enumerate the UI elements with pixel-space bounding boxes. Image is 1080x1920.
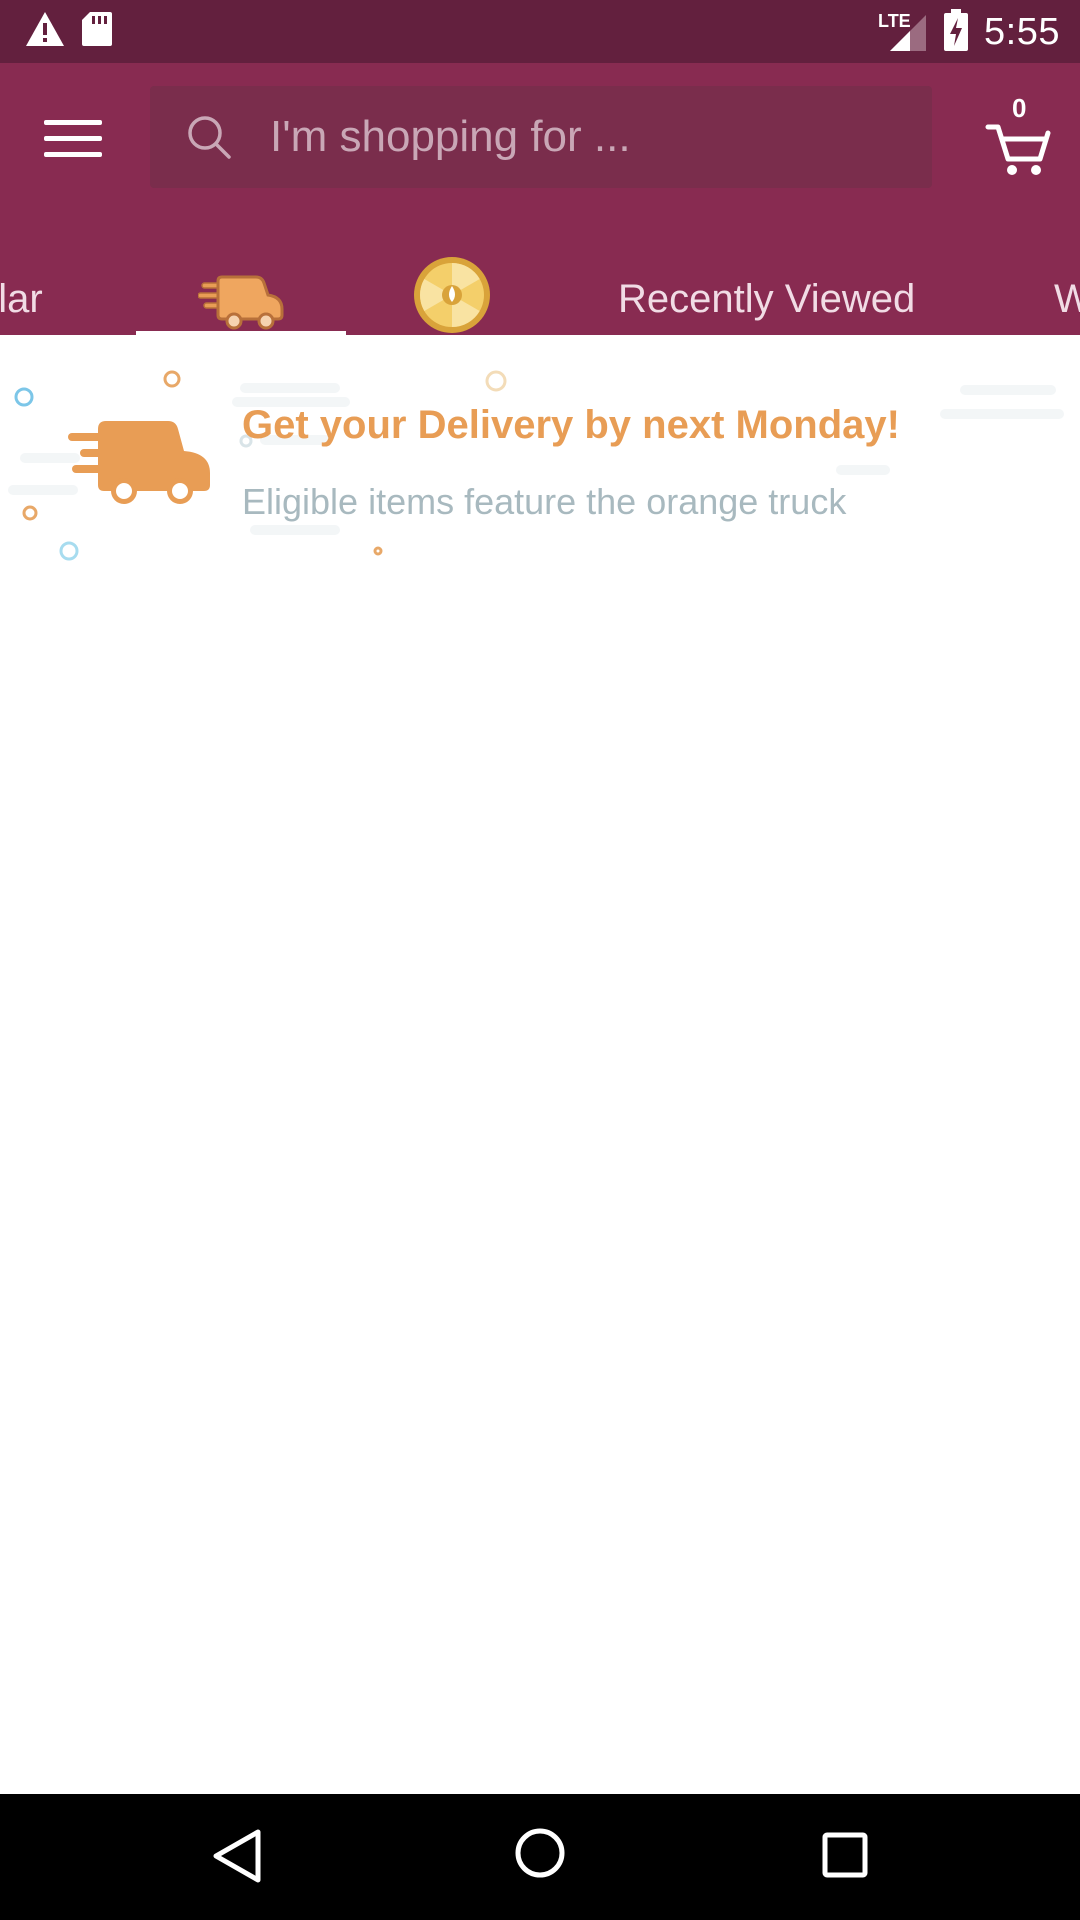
tab-popular[interactable]: ular <box>0 263 43 335</box>
search-icon <box>186 114 232 165</box>
home-icon[interactable] <box>514 1827 566 1884</box>
status-left-icons <box>24 10 114 53</box>
tab-next[interactable]: W <box>1054 263 1080 335</box>
app-bar: 0 ular <box>0 63 1080 337</box>
status-right-icons: LTE 5:55 <box>878 6 1060 58</box>
orange-truck-icon <box>68 421 214 510</box>
cart-button[interactable]: 0 <box>984 93 1054 179</box>
hamburger-menu-icon[interactable] <box>40 108 106 168</box>
search-bar[interactable] <box>150 86 932 188</box>
back-icon[interactable] <box>210 1828 264 1889</box>
banner-title: Get your Delivery by next Monday! <box>242 403 900 447</box>
warning-icon <box>24 10 66 53</box>
system-nav-bar <box>0 1794 1080 1920</box>
sd-card-icon <box>80 10 114 53</box>
category-tabs: ular <box>0 257 1080 337</box>
battery-charging-icon <box>942 8 970 57</box>
banner-subtitle: Eligible items feature the orange truck <box>242 481 847 522</box>
tab-delivery[interactable] <box>136 263 346 337</box>
tab-recently-viewed[interactable]: Recently Viewed <box>618 263 915 335</box>
recents-icon[interactable] <box>822 1832 868 1883</box>
status-time: 5:55 <box>984 11 1060 53</box>
delivery-banner: Get your Delivery by next Monday! Eligib… <box>0 335 1080 585</box>
signal-icon: LTE <box>878 7 928 57</box>
status-bar: LTE 5:55 <box>0 0 1080 63</box>
search-input[interactable] <box>270 86 910 188</box>
tab-deal-wheel[interactable] <box>408 257 494 335</box>
